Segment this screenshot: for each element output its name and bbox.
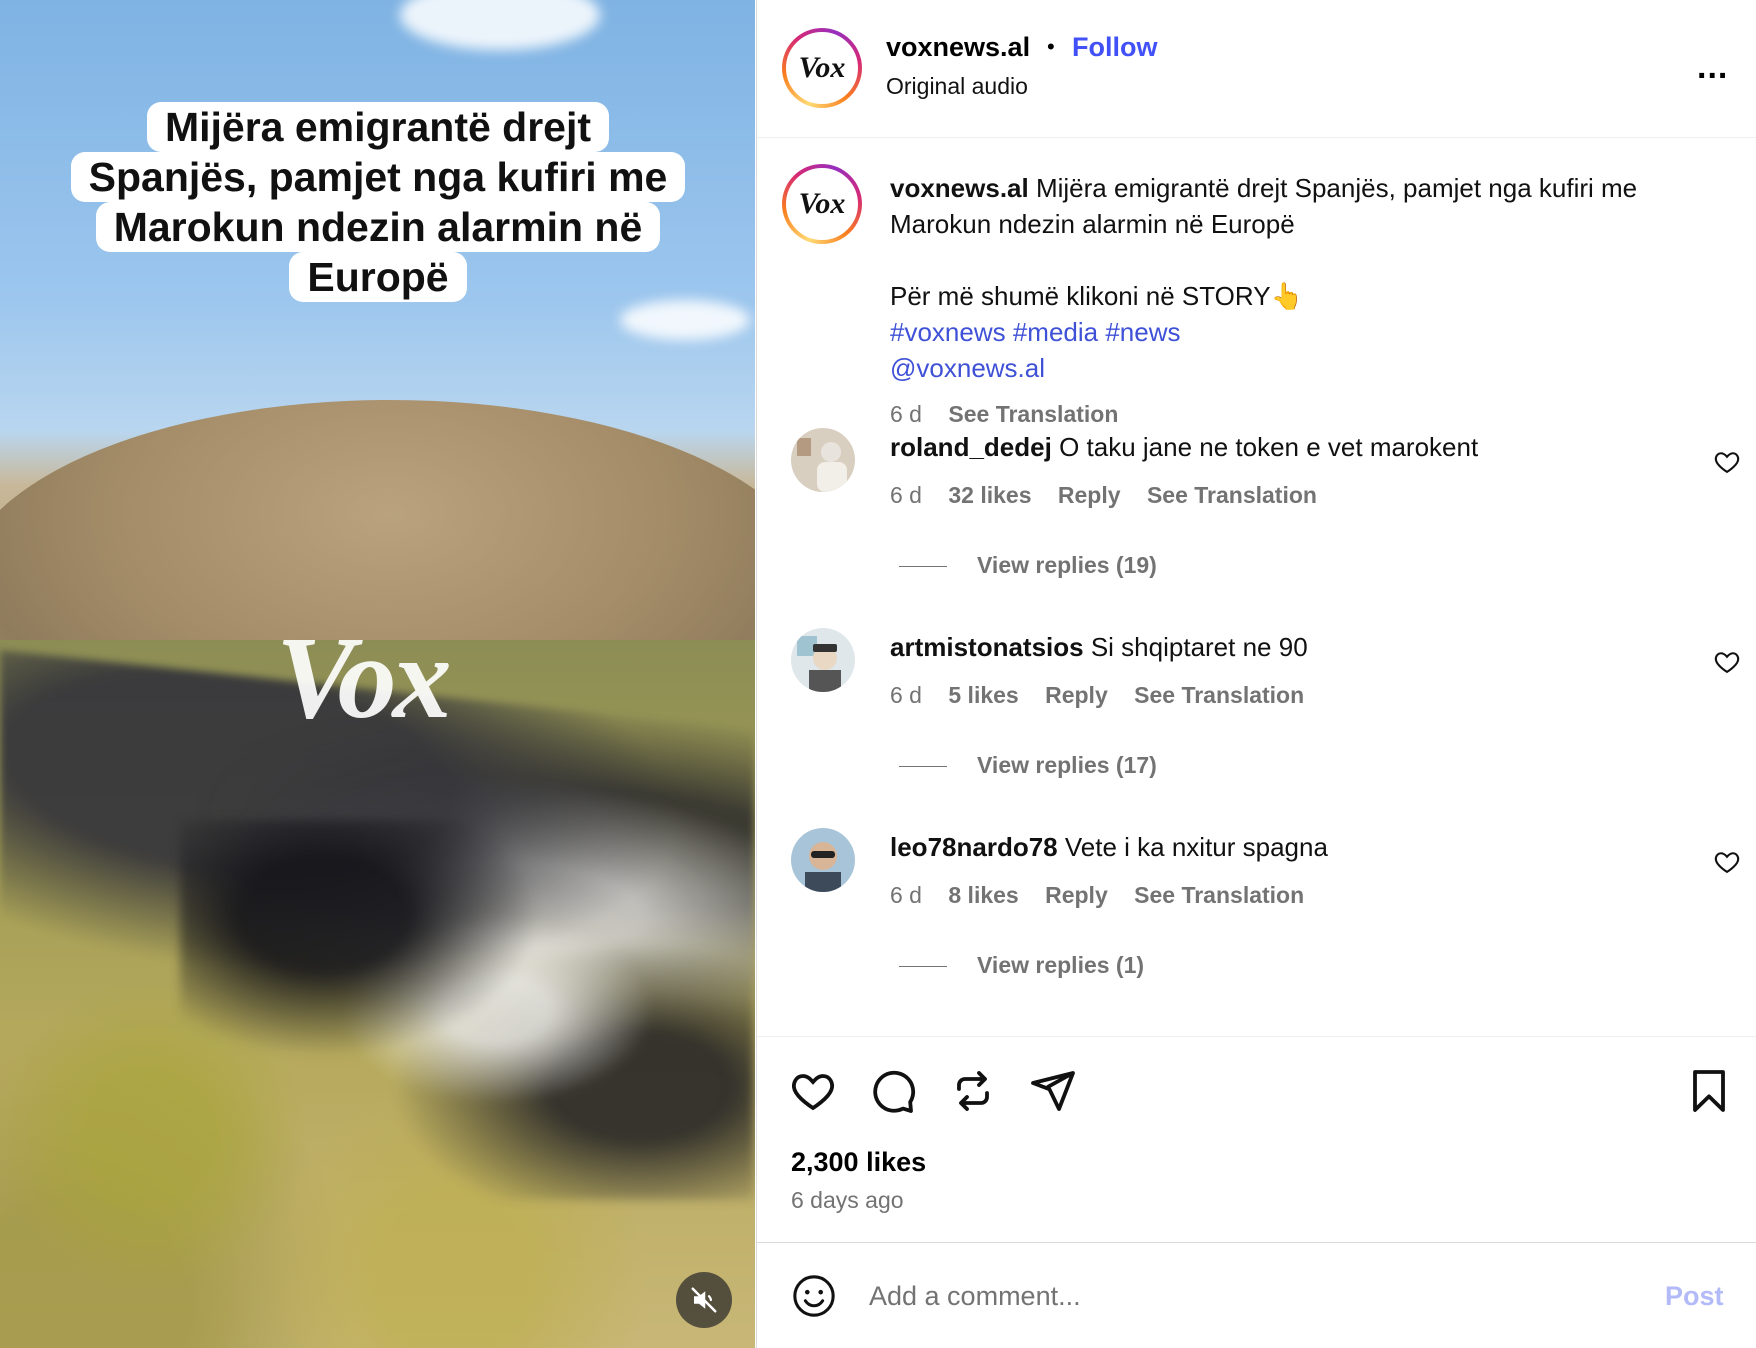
comment-likes[interactable]: 5 likes (948, 682, 1018, 708)
video-caption-overlay: Mijëra emigrantë drejt Spanjës, pamjet n… (44, 102, 712, 302)
avatar[interactable] (791, 428, 855, 492)
avatar-photo (791, 828, 855, 892)
video-player[interactable]: Mijëra emigrantë drejt Spanjës, pamjet n… (0, 0, 755, 1348)
caption-username[interactable]: voxnews.al (890, 173, 1029, 203)
view-replies-button[interactable]: View replies (19) (899, 552, 1157, 579)
comment-username[interactable]: artmistonatsios (890, 632, 1084, 662)
comment-time: 6 d (890, 482, 922, 508)
comment-body: O taku jane ne token e vet marokent (1059, 432, 1479, 462)
comment-body: Si shqiptaret ne 90 (1090, 632, 1308, 662)
see-translation-button[interactable]: See Translation (1134, 682, 1304, 708)
comment-username[interactable]: roland_dedej (890, 432, 1052, 462)
repost-icon[interactable] (949, 1067, 997, 1115)
see-translation-button[interactable]: See Translation (1147, 482, 1317, 508)
avatar[interactable] (791, 628, 855, 692)
avatar-logo: Vox (786, 32, 858, 104)
heart-icon[interactable] (1713, 448, 1741, 476)
caption-hashtags[interactable]: #voxnews #media #news (890, 314, 1181, 350)
vox-watermark: Vox (276, 612, 452, 743)
cloud (620, 300, 750, 340)
replies-divider (899, 966, 947, 968)
comment-item: artmistonatsios Si shqiptaret ne 90 6 d … (757, 628, 1756, 828)
comment-bar: Post (757, 1242, 1756, 1348)
view-replies-label: View replies (17) (977, 752, 1157, 778)
heart-icon[interactable] (1713, 848, 1741, 876)
follow-button[interactable]: Follow (1072, 32, 1157, 63)
see-translation-button[interactable]: See Translation (948, 401, 1118, 427)
comment-item: leo78nardo78 Vete i ka nxitur spagna 6 d… (757, 828, 1756, 1028)
caption-mention[interactable]: @voxnews.al (890, 350, 1045, 386)
comment-icon[interactable] (869, 1067, 917, 1115)
heart-icon[interactable] (1713, 648, 1741, 676)
comment-text: roland_dedej O taku jane ne token e vet … (890, 432, 1478, 463)
comment-meta: 6 d 8 likes Reply See Translation (890, 882, 1324, 909)
video-caption-line: Europë (289, 252, 467, 302)
heart-icon[interactable] (789, 1067, 837, 1115)
comment-body: Vete i ka nxitur spagna (1064, 832, 1328, 862)
avatar[interactable] (791, 828, 855, 892)
post-header: Vox voxnews.al • Follow Original audio .… (757, 0, 1756, 138)
caption-text: voxnews.al Mijëra emigrantë drejt Spanjë… (890, 170, 1690, 242)
comment-text: leo78nardo78 Vete i ka nxitur spagna (890, 832, 1328, 863)
separator-dot: • (1047, 34, 1055, 59)
comment-username[interactable]: leo78nardo78 (890, 832, 1058, 862)
avatar-photo (791, 428, 855, 492)
video-caption-line: Spanjës, pamjet nga kufiri me (70, 152, 686, 202)
comment-likes[interactable]: 32 likes (948, 482, 1031, 508)
caption-meta: 6 d See Translation (890, 401, 1118, 428)
avatar[interactable]: Vox (782, 164, 862, 244)
speaker-muted-icon (691, 1287, 717, 1313)
crowd-foreground (180, 820, 755, 1200)
video-caption-line: Marokun ndezin alarmin në (95, 202, 661, 252)
reply-button[interactable]: Reply (1045, 882, 1108, 908)
comment-item: roland_dedej O taku jane ne token e vet … (757, 428, 1756, 628)
video-caption-line: Mijëra emigrantë drejt (146, 102, 610, 152)
view-replies-label: View replies (19) (977, 552, 1157, 578)
view-replies-button[interactable]: View replies (17) (899, 752, 1157, 779)
cloud (400, 0, 600, 50)
post-panel: Vox voxnews.al • Follow Original audio .… (756, 0, 1756, 1348)
post-time: 6 days ago (791, 1187, 904, 1213)
mute-button[interactable] (676, 1272, 732, 1328)
bookmark-icon[interactable] (1685, 1067, 1733, 1115)
caption-time: 6 d (890, 401, 922, 427)
reply-button[interactable]: Reply (1058, 482, 1121, 508)
caption-story-line: Për më shumë klikoni në STORY👆 (890, 281, 1303, 311)
post-button[interactable]: Post (1665, 1281, 1724, 1312)
comment-meta: 6 d 32 likes Reply See Translation (890, 482, 1337, 509)
view-replies-button[interactable]: View replies (1) (899, 952, 1144, 979)
comment-time: 6 d (890, 682, 922, 708)
avatar-logo: Vox (786, 168, 858, 240)
avatar[interactable]: Vox (782, 28, 862, 108)
share-icon[interactable] (1029, 1067, 1077, 1115)
view-replies-label: View replies (1) (977, 952, 1145, 978)
comment-meta: 6 d 5 likes Reply See Translation (890, 682, 1324, 709)
comments-scroll-area[interactable]: Vox voxnews.al Mijëra emigrantë drejt Sp… (757, 139, 1756, 1035)
header-username[interactable]: voxnews.al (886, 32, 1030, 63)
comment-text: artmistonatsios Si shqiptaret ne 90 (890, 632, 1308, 663)
avatar-photo (791, 628, 855, 692)
more-options-icon[interactable]: ... (1697, 48, 1728, 87)
likes-count[interactable]: 2,300 likes (791, 1147, 926, 1178)
emoji-icon[interactable] (791, 1273, 837, 1319)
audio-label[interactable]: Original audio (886, 73, 1028, 100)
see-translation-button[interactable]: See Translation (1134, 882, 1304, 908)
comment-likes[interactable]: 8 likes (948, 882, 1018, 908)
comment-time: 6 d (890, 882, 922, 908)
replies-divider (899, 566, 947, 568)
post-actions: 2,300 likes 6 days ago (757, 1036, 1756, 1242)
comment-input[interactable] (869, 1273, 1629, 1319)
reply-button[interactable]: Reply (1045, 682, 1108, 708)
replies-divider (899, 766, 947, 768)
